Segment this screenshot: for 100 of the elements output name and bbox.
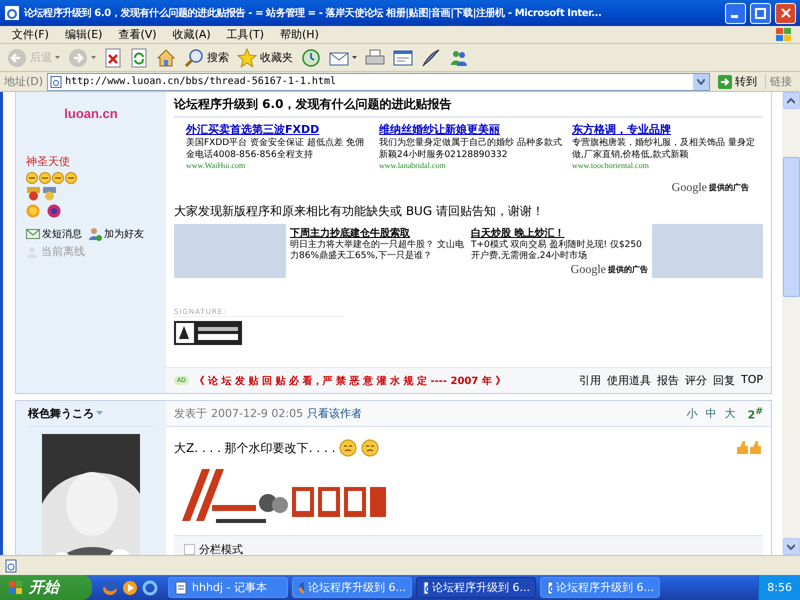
smiley-icon [39, 172, 51, 184]
windows-logo-icon [8, 580, 24, 596]
ad-brand: Google [672, 180, 707, 195]
home-icon [156, 48, 176, 68]
scroll-up-button[interactable] [782, 92, 800, 109]
taskbar-button[interactable]: 论坛程序升级到 6... [540, 577, 660, 598]
chevron-down-icon [787, 544, 795, 550]
font-size-link[interactable]: 中 [706, 406, 717, 421]
ad-text: 明日主力将大举建仓的一只超牛股？ 文山电力86%鼎盛天工65%,下一只是谁？ [290, 240, 465, 262]
post-text: 大家发现新版程序和原来相比有功能缺失或 BUG 请回贴告知，谢谢！ [174, 203, 545, 220]
menu-item[interactable]: 文件(F) [4, 27, 57, 42]
dropdown-button[interactable] [693, 74, 709, 90]
page-icon [50, 76, 62, 88]
notice-link[interactable]: 《 论 坛 发 贴 回 贴 必 看，严 禁 恶 意 灌 水 规 定 ---- 2007 年 》 [194, 374, 506, 388]
address-field[interactable]: http://www.luoan.cn/bbs/thread-56167-1-1.html [47, 72, 710, 90]
ad-label: 提供的广告 [608, 264, 648, 275]
post-action-link[interactable]: 引用 [578, 373, 601, 388]
page-icon [4, 558, 18, 572]
menu-item[interactable]: 查看(V) [110, 27, 165, 42]
smiley-icon [52, 172, 64, 184]
taskbar-button[interactable]: hhhdj - 记事本 [168, 577, 288, 598]
scroll-down-button[interactable] [782, 538, 800, 555]
ad-title-link[interactable]: 白天炒股 晚上炒汇！ [471, 226, 648, 240]
ad-title-link[interactable]: 东方格调，专业品牌 [572, 122, 757, 137]
go-button[interactable]: 转到 [714, 74, 761, 89]
avatar-logo-text: luoan.cn [64, 106, 118, 121]
favorites-button[interactable]: 收藏夹 [234, 44, 296, 70]
maximize-button[interactable] [750, 2, 771, 24]
ad-title-link[interactable]: 外汇买卖首选第三波FXDD [186, 122, 371, 137]
start-button[interactable]: 开始 [0, 575, 92, 600]
smiley-icon [26, 172, 38, 184]
taskbar-button[interactable]: 论坛程序升级到 6... [292, 577, 412, 598]
play-icon[interactable] [122, 580, 138, 596]
globe-icon[interactable] [102, 580, 118, 596]
quill-icon [421, 48, 441, 68]
caret-icon [96, 411, 103, 416]
close-button[interactable] [775, 2, 796, 24]
arrow-icon [718, 74, 732, 88]
ad-text: 美国FXDD平台 资金安全保证 超低点差 免佣金电话4008-856-856全程支持 [186, 137, 365, 161]
post-text: 大Z. . . . 那个水印要改下. . . . [174, 440, 336, 456]
user-rank: 神圣天使 [26, 154, 71, 169]
split-view-label: 分栏模式 [199, 542, 243, 555]
menu-item[interactable]: 编辑(E) [56, 27, 110, 42]
links-label[interactable]: 链接 [765, 74, 796, 89]
scroll-thumb[interactable] [782, 157, 800, 297]
browser-icon[interactable] [142, 580, 158, 596]
floor-number: 2$^{#}$ [748, 406, 763, 422]
caret-icon [352, 56, 357, 60]
split-view-checkbox[interactable] [184, 544, 195, 555]
document-icon [393, 48, 413, 68]
ad-url: www.toochoriental.com [572, 161, 650, 170]
window-title: 论坛程序升级到 6.0，发现有什么问题的进此贴报告 - = 站务管理 = - 落岸天使论坛 相册|贴图|音画|下载|注册机 - Microsoft Inter... [24, 6, 602, 20]
taskbar-button[interactable]: 论坛程序升级到 6... [416, 577, 536, 598]
history-icon [301, 48, 321, 68]
post-title: 论坛程序升级到 6.0，发现有什么问题的进此贴报告 [174, 92, 763, 118]
url-text: http://www.luoan.cn/bbs/thread-56167-1-1.html [65, 76, 336, 87]
notepad-icon [174, 580, 188, 594]
chevron-down-icon [697, 78, 705, 84]
menu-item[interactable]: 工具(T) [218, 27, 272, 42]
menu-item[interactable]: 收藏(A) [164, 27, 219, 42]
document-icon [422, 580, 428, 594]
smiley-icon [65, 172, 77, 184]
medal-icon [26, 187, 41, 201]
close-icon [780, 8, 790, 18]
person-icon [26, 246, 38, 258]
stop-icon [104, 48, 122, 68]
ad-text: 专营旗袍唐装，婚纱礼服，及相关饰品 量身定做,厂家直销,价格低,款式新颖 [572, 137, 756, 161]
search-button[interactable]: 搜索 [181, 44, 232, 70]
online-status: 当前离线 [26, 244, 156, 259]
post-action-link[interactable]: 回复 [712, 373, 735, 388]
posted-label: 发表于 [174, 406, 207, 421]
ad-url: www.lanabridal.com [379, 161, 447, 170]
search-icon [184, 48, 204, 68]
font-size-link[interactable]: 大 [724, 406, 736, 421]
ad-title-link[interactable]: 下周主力抄底建仓牛股索取 [290, 226, 467, 240]
ad-label: 提供的广告 [709, 182, 749, 193]
author-name[interactable]: 桜色舞うころ [28, 406, 94, 421]
minimize-button[interactable] [725, 2, 746, 24]
menu-item[interactable]: 帮助(H) [272, 27, 327, 42]
envelope-icon [26, 228, 40, 240]
post-action-link[interactable]: 报告 [656, 373, 679, 388]
address-label: 地址(D) [4, 74, 44, 89]
add-friend-link[interactable]: 加为好友 [88, 227, 144, 241]
scrollbar[interactable] [782, 92, 800, 555]
caret-icon [91, 56, 96, 60]
send-message-link[interactable]: 发短消息 [26, 227, 82, 241]
thumbs-up-icon [735, 439, 763, 455]
globe-icon [298, 580, 304, 594]
post-action-link[interactable]: 评分 [684, 373, 707, 388]
browser-icon [4, 5, 20, 21]
post-action-link[interactable]: 使用道具 [606, 373, 651, 388]
chevron-up-icon [787, 98, 795, 104]
caret-icon [55, 56, 60, 60]
maximize-icon [755, 8, 766, 18]
ad-title-link[interactable]: 维纳丝婚纱让新娘更美丽 [379, 122, 564, 137]
font-size-link[interactable]: 小 [686, 406, 698, 421]
only-author-link[interactable]: 只看该作者 [307, 406, 362, 421]
person-add-icon [88, 227, 102, 241]
ad-text: 我们为您量身定做属于自己的婚纱 品种多款式新颖24小时服务02128890332 [379, 137, 563, 161]
post-action-link[interactable]: TOP [740, 373, 763, 388]
